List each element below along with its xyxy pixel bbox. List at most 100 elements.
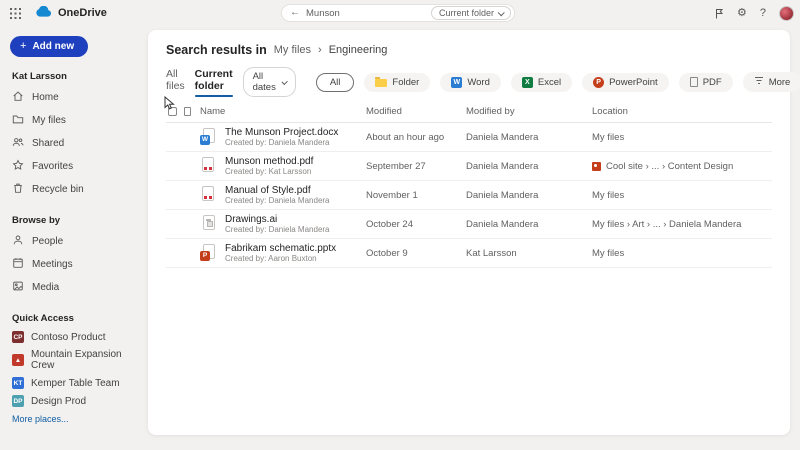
filter-pill-pdf[interactable]: PDF (679, 73, 733, 92)
app-launcher-icon[interactable] (10, 8, 21, 19)
column-header-location[interactable]: Location (592, 106, 772, 117)
top-bar: OneDrive ← Munson Current folder ⚙ ? (0, 0, 800, 26)
user-section-header: Kat Larsson (12, 71, 138, 82)
sidebar-item-shared[interactable]: Shared (10, 132, 138, 155)
search-scope-label: Current folder (439, 8, 494, 18)
browse-by-header: Browse by (12, 215, 138, 226)
site-tile-icon: KT (12, 377, 24, 389)
column-header-modified-by[interactable]: Modified by (466, 106, 592, 117)
file-created-by: Created by: Kat Larsson (225, 168, 313, 177)
filter-pill-excel[interactable]: X Excel (511, 73, 572, 92)
file-location[interactable]: My files (592, 248, 624, 259)
sharepoint-site-icon (592, 162, 601, 171)
account-avatar[interactable] (779, 6, 794, 21)
breadcrumb-engineering[interactable]: Engineering (329, 44, 388, 56)
help-icon[interactable]: ? (760, 8, 766, 19)
sidebar-item-home[interactable]: Home (10, 86, 138, 109)
file-created-by: Created by: Daniela Mandera (225, 197, 330, 206)
sidebar-item-recycle-bin[interactable]: Recycle bin (10, 178, 138, 201)
filter-pill-folder[interactable]: Folder (364, 73, 430, 92)
file-modified-by: Daniela Mandera (466, 190, 592, 201)
file-location[interactable]: My files (592, 132, 624, 143)
quick-access-label: Design Prod (31, 396, 86, 407)
document-type-icon[interactable] (184, 107, 191, 116)
star-icon (12, 159, 24, 174)
plus-icon: + (20, 41, 26, 52)
table-row[interactable]: W The Munson Project.docx Created by: Da… (166, 123, 772, 152)
column-header-name[interactable]: Name (200, 106, 366, 117)
more-places-link[interactable]: More places... (12, 414, 138, 424)
sidebar-item-label: Meetings (32, 259, 73, 270)
quick-access-item-kemper-table-team[interactable]: KT Kemper Table Team (10, 374, 138, 392)
sidebar-item-label: Recycle bin (32, 184, 84, 195)
table-row[interactable]: P Fabrikam schematic.pptx Created by: Aa… (166, 239, 772, 268)
file-modified: October 24 (366, 219, 466, 230)
tab-all-files[interactable]: All files (166, 68, 185, 97)
select-all-checkbox[interactable] (168, 107, 177, 116)
word-file-icon: W (200, 128, 216, 146)
filter-icon (754, 76, 764, 88)
home-icon (12, 90, 24, 105)
file-name[interactable]: Drawings.ai (225, 214, 330, 225)
sidebar-item-people[interactable]: People (10, 230, 138, 253)
feedback-flag-icon[interactable] (714, 8, 724, 19)
calendar-icon (12, 257, 24, 272)
onedrive-home-link[interactable]: OneDrive (35, 4, 107, 22)
filter-pill-label: Folder (392, 77, 419, 88)
tab-current-folder[interactable]: Current folder (195, 68, 233, 97)
table-row[interactable]: Manual of Style.pdf Created by: Daniela … (166, 181, 772, 210)
table-row[interactable]: Drawings.ai Created by: Daniela Mandera … (166, 210, 772, 239)
onedrive-cloud-icon (35, 4, 52, 22)
powerpoint-file-icon: P (200, 244, 216, 262)
sidebar: + Add new Kat Larsson Home My files Shar… (0, 26, 148, 450)
pdf-file-icon (200, 157, 216, 175)
powerpoint-icon: P (593, 77, 604, 88)
file-name[interactable]: Manual of Style.pdf (225, 185, 330, 196)
sidebar-item-meetings[interactable]: Meetings (10, 253, 138, 276)
excel-icon: X (522, 77, 533, 88)
table-row[interactable]: Munson method.pdf Created by: Kat Larsso… (166, 152, 772, 181)
file-created-by: Created by: Daniela Mandera (225, 226, 330, 235)
back-icon[interactable]: ← (290, 8, 300, 18)
quick-access-item-mountain-expansion-crew[interactable]: ▲ Mountain Expansion Crew (10, 346, 138, 374)
brand-name: OneDrive (58, 7, 107, 19)
file-modified: About an hour ago (366, 132, 466, 143)
filter-pill-all[interactable]: All (316, 73, 355, 92)
illustrator-file-icon (200, 215, 216, 233)
settings-gear-icon[interactable]: ⚙ (737, 8, 747, 19)
file-location[interactable]: My files (592, 190, 624, 201)
filter-pill-word[interactable]: W Word (440, 73, 501, 92)
table-header-row: Name Modified Modified by Location (166, 101, 772, 123)
filter-pill-more[interactable]: More (743, 72, 800, 92)
breadcrumb-separator: › (318, 44, 322, 56)
search-input[interactable]: Munson (306, 8, 425, 19)
site-tile-icon: ▲ (12, 354, 24, 366)
file-table: Name Modified Modified by Location W The… (166, 101, 772, 268)
filter-pill-powerpoint[interactable]: P PowerPoint (582, 73, 669, 92)
file-created-by: Created by: Daniela Mandera (225, 139, 338, 148)
sidebar-item-label: Home (32, 92, 59, 103)
page-title: Search results in (166, 43, 267, 57)
file-location[interactable]: My files › Art › ... › Daniela Mandera (592, 219, 741, 230)
sidebar-item-my-files[interactable]: My files (10, 109, 138, 132)
sidebar-item-favorites[interactable]: Favorites (10, 155, 138, 178)
chevron-down-icon (282, 78, 288, 84)
filters-row: All files Current folder All dates All F… (166, 71, 772, 93)
file-modified-by: Kat Larsson (466, 248, 592, 259)
file-modified: September 27 (366, 161, 466, 172)
file-name[interactable]: The Munson Project.docx (225, 127, 338, 138)
column-header-modified[interactable]: Modified (366, 106, 466, 117)
quick-access-item-design-prod[interactable]: DP Design Prod (10, 392, 138, 410)
image-icon (12, 280, 24, 295)
search-bar[interactable]: ← Munson Current folder (281, 4, 515, 22)
file-name[interactable]: Fabrikam schematic.pptx (225, 243, 336, 254)
add-new-button[interactable]: + Add new (10, 36, 88, 57)
date-filter-dropdown[interactable]: All dates (243, 67, 296, 97)
sidebar-item-media[interactable]: Media (10, 276, 138, 299)
search-scope-dropdown[interactable]: Current folder (431, 6, 511, 20)
breadcrumb-my-files[interactable]: My files (274, 44, 311, 56)
word-icon: W (451, 77, 462, 88)
file-name[interactable]: Munson method.pdf (225, 156, 313, 167)
file-location[interactable]: Cool site › ... › Content Design (606, 161, 733, 172)
quick-access-item-contoso-product[interactable]: CP Contoso Product (10, 328, 138, 346)
